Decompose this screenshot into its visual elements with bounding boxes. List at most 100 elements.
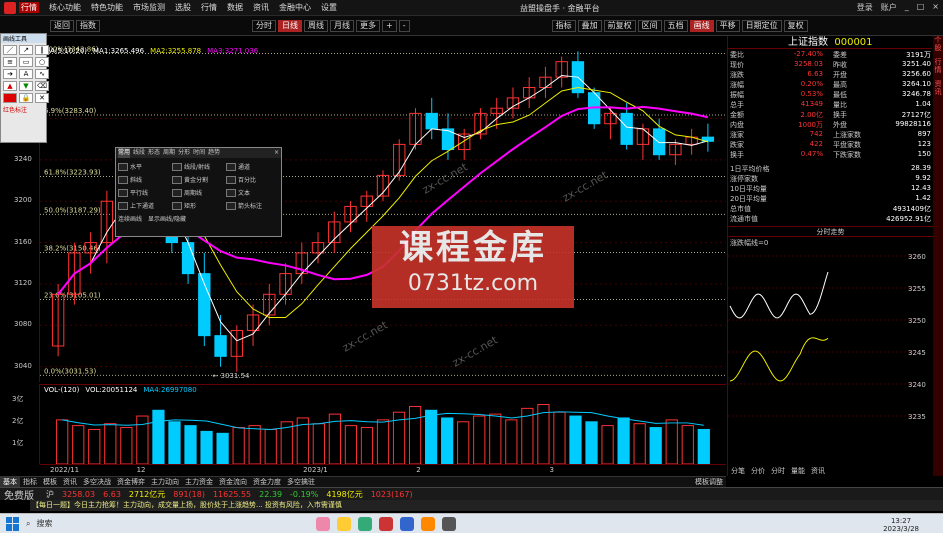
menu-item[interactable]: 设置 [321,2,337,13]
app-icon[interactable] [379,516,394,531]
period-tab[interactable]: 分时 [252,19,276,32]
app-icon[interactable] [358,516,373,531]
popup-item[interactable]: 箭头标注 [226,201,280,210]
search-icon[interactable]: ⌕ [26,519,30,529]
bottom-tab[interactable]: 模板 [40,477,60,487]
popup-item[interactable]: 水平 [118,162,172,171]
app-icon[interactable] [400,516,415,531]
menu-item[interactable]: 行情 [201,2,217,13]
popup-item[interactable]: 周期线 [172,188,226,197]
popup-item[interactable]: 上下通道 [118,201,172,210]
menu-item[interactable]: 行情 [19,2,39,13]
close-button[interactable]: × [932,2,939,13]
popup-tab[interactable]: 周期 [163,148,175,158]
bottom-tab[interactable]: 多空擒驻 [284,477,318,487]
period-tab[interactable]: 月线 [330,19,354,32]
menu-item[interactable]: 数据 [227,2,243,13]
menu-item[interactable]: 金融中心 [279,2,311,13]
line-tool-icon[interactable]: ／ [3,45,17,55]
popup-item[interactable]: 通道 [226,162,280,171]
popup-tab[interactable]: 线段 [133,148,145,158]
range-button[interactable]: 区间 [637,19,662,32]
rect-tool-icon[interactable]: ▭ [19,57,33,67]
account-button[interactable]: 账户 [881,2,897,13]
channel-tool-icon[interactable]: ∥ [35,45,49,55]
popup-tab[interactable]: 形态 [148,148,160,158]
app-icon[interactable] [442,516,457,531]
period-tab[interactable]: 日线 [278,19,302,32]
fib-tool-icon[interactable]: ≡ [3,57,17,67]
restore-button[interactable]: 复权 [783,19,808,32]
down-mark-icon[interactable]: ▼ [19,81,33,91]
continuous-draw-checkbox[interactable]: 连续画线 [118,214,142,223]
side-tab[interactable]: 个股 [933,36,943,52]
ray-tool-icon[interactable]: ↗ [19,45,33,55]
popup-tab[interactable]: 分形 [178,148,190,158]
bottom-tab[interactable]: 资金博弈 [114,477,148,487]
indicator-button[interactable]: 指标 [551,19,576,32]
maximize-button[interactable]: □ [917,2,925,13]
app-icon[interactable] [316,516,331,531]
zoom-out-button[interactable]: - [398,19,410,32]
menu-item[interactable]: 选股 [175,2,191,13]
pan-button[interactable]: 平移 [715,19,740,32]
popup-tab[interactable]: 常用 [118,148,131,158]
bottom-tab[interactable]: 主力动向 [148,477,182,487]
date-locate-button[interactable]: 日期定位 [741,19,782,32]
minimize-button[interactable]: _ [905,2,909,13]
intraday-tab[interactable]: 分价 [751,466,765,476]
popup-item[interactable]: 百分比 [226,175,280,184]
popup-item[interactable]: 线段/射线 [172,162,226,171]
close-icon[interactable]: × [274,148,281,158]
circle-tool-icon[interactable]: ○ [35,57,49,67]
menu-item[interactable]: 市场监测 [133,2,165,13]
search-box[interactable]: 搜索 [36,518,96,529]
bottom-tab[interactable]: 资金流向 [216,477,250,487]
windows-start-icon[interactable] [6,516,20,531]
login-button[interactable]: 登录 [857,2,873,13]
zoom-in-button[interactable]: + [382,19,397,32]
bottom-tab[interactable]: 多空决战 [80,477,114,487]
bottom-tab[interactable]: 主力资金 [182,477,216,487]
bottom-tab[interactable]: 基本 [0,477,20,487]
eraser-tool-icon[interactable]: ⌫ [35,81,49,91]
intraday-chart[interactable]: 3260 3255 3250 3245 3240 3235 [728,246,933,466]
wave-tool-icon[interactable]: ∿ [35,69,49,79]
menu-item[interactable]: 核心功能 [49,2,81,13]
draw-button[interactable]: 画线 [689,19,714,32]
back-button[interactable]: 返回 [50,19,74,32]
app-icon[interactable] [421,516,436,531]
bottom-tab[interactable]: 模板调整 [692,477,726,487]
popup-tab[interactable]: 时间 [193,148,205,158]
intraday-tab[interactable]: 资讯 [811,466,825,476]
color-picker-icon[interactable] [3,93,17,103]
intraday-tab[interactable]: 分时 [771,466,785,476]
news-scroller[interactable]: 【每日一题】今日主力抢筹！主力动向，成交量上扬，股价处于上涨趋势... 投资有风… [30,500,943,511]
delete-tool-icon[interactable]: ✕ [35,93,49,103]
arrow-tool-icon[interactable]: ➔ [3,69,17,79]
show-hide-toggle[interactable]: 显示画线/隐藏 [148,214,186,223]
lock-tool-icon[interactable]: 🔒 [19,93,33,103]
text-tool-icon[interactable]: A [19,69,33,79]
volume-chart[interactable] [40,384,726,464]
popup-item[interactable]: 矩形 [172,201,226,210]
bottom-tab[interactable]: 指标 [20,477,40,487]
popup-item[interactable]: 黄金分割 [172,175,226,184]
popup-tab[interactable]: 趋势 [208,148,220,158]
side-tab[interactable]: 资讯 [933,80,943,96]
period-tab[interactable]: 周线 [304,19,328,32]
app-icon[interactable] [337,516,352,531]
side-tab[interactable]: 行情 [933,58,943,74]
popup-item[interactable]: 斜线 [118,175,172,184]
popup-item[interactable]: 平行线 [118,188,172,197]
overlay-button[interactable]: 叠加 [577,19,602,32]
level-button[interactable]: 五档 [663,19,688,32]
bottom-tab[interactable]: 资讯 [60,477,80,487]
bottom-tab[interactable]: 资金力度 [250,477,284,487]
index-button[interactable]: 指数 [76,19,100,32]
menu-item[interactable]: 资讯 [253,2,269,13]
period-tab[interactable]: 更多 [356,19,380,32]
popup-item[interactable]: 文本 [226,188,280,197]
intraday-tab[interactable]: 量能 [791,466,805,476]
menu-item[interactable]: 特色功能 [91,2,123,13]
